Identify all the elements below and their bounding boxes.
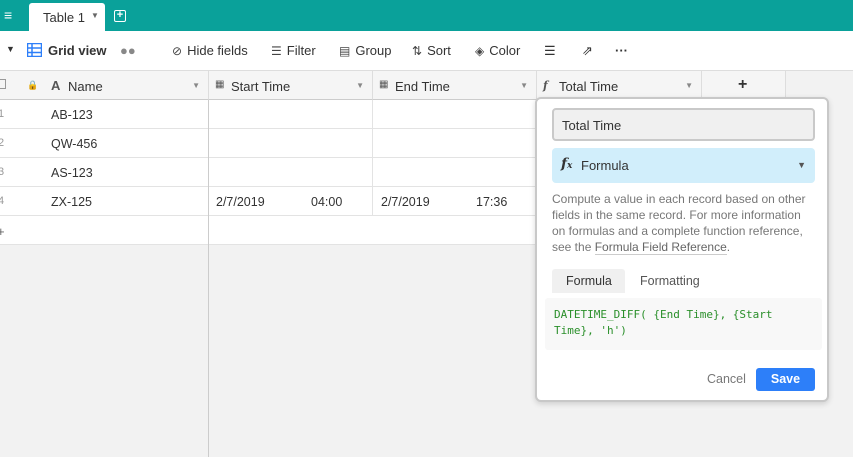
group-label: Group [355, 43, 392, 58]
formula-line: Time}, 'h') [554, 324, 627, 337]
cell-name[interactable]: QW-456 [51, 137, 97, 151]
header-total-time[interactable]: f Total Time ▼ [537, 71, 702, 100]
header-name-label: Name [68, 79, 103, 94]
hide-fields-label: Hide fields [187, 43, 248, 58]
row-height-icon[interactable]: ☰ [544, 43, 556, 59]
cancel-button[interactable]: Cancel [707, 372, 746, 386]
header-end-time-label: End Time [395, 79, 450, 94]
filter-icon: ☰ [271, 44, 282, 58]
calendar-icon: ▦ [379, 79, 389, 90]
header-end-time[interactable]: ▦ End Time ▼ [373, 71, 537, 100]
cell-end-date[interactable]: 2/7/2019 [381, 195, 430, 209]
row-number: 1 [0, 108, 5, 120]
collaborators-icon[interactable]: ●● [120, 43, 136, 58]
filter-label: Filter [286, 43, 316, 58]
row-number: 2 [0, 137, 5, 149]
more-icon[interactable]: ··· [615, 43, 628, 58]
sidebar-toggle-icon[interactable]: ▼ [6, 44, 15, 54]
paint-bucket-icon: ◈ [475, 44, 485, 58]
grid-view-switcher[interactable]: Grid view [26, 42, 107, 58]
tab-formatting[interactable]: Formatting [626, 269, 714, 293]
header-start-time[interactable]: ▦ Start Time ▼ [209, 71, 373, 100]
tab-formula[interactable]: Formula [552, 269, 625, 293]
table-row[interactable]: 2 QW-456 [0, 129, 537, 158]
tab-table-1[interactable]: Table 1 ▼ [29, 3, 105, 31]
header-start-time-label: Start Time [231, 79, 291, 94]
cell-end-time[interactable]: 17:36 [476, 195, 507, 209]
row-number: 4 [0, 195, 5, 207]
formula-icon: f [543, 79, 548, 92]
sort-icon: ⇅ [412, 44, 423, 58]
formula-line: DATETIME_DIFF( {End Time}, {Start [554, 308, 773, 321]
field-config-popup: Total Time fx Formula ▼ Compute a value … [535, 97, 829, 402]
formula-icon: fx [561, 156, 573, 172]
table-row[interactable]: 1 AB-123 [0, 100, 537, 129]
add-row-button[interactable]: + [0, 216, 537, 245]
add-table-icon[interactable]: + [114, 10, 126, 22]
group-button[interactable]: ▤ Group [339, 43, 391, 58]
select-all-checkbox[interactable] [0, 79, 6, 89]
text-field-icon: A [51, 78, 61, 93]
view-name: Grid view [48, 43, 107, 58]
cell-name[interactable]: ZX-125 [51, 195, 92, 209]
cell-start-date[interactable]: 2/7/2019 [216, 195, 265, 209]
chevron-down-icon[interactable]: ▼ [520, 81, 528, 90]
table-row[interactable]: 4 ZX-125 2/7/2019 04:00 2/7/2019 17:36 [0, 187, 537, 216]
top-bar: ≡ Table 1 ▼ + [0, 0, 853, 31]
hide-fields-button[interactable]: ⊘ Hide fields [172, 43, 248, 58]
add-field-button[interactable]: + [702, 71, 786, 100]
filter-button[interactable]: ☰ Filter [271, 43, 316, 58]
field-description: Compute a value in each record based on … [552, 191, 815, 255]
chevron-down-icon[interactable]: ▼ [356, 81, 364, 90]
chevron-down-icon: ▼ [797, 160, 806, 170]
chevron-down-icon[interactable]: ▼ [91, 11, 99, 20]
plus-icon: + [738, 76, 748, 93]
field-name-input[interactable]: Total Time [552, 108, 815, 141]
table-row[interactable]: 3 AS-123 [0, 158, 537, 187]
cell-name[interactable]: AB-123 [51, 108, 93, 122]
view-toolbar: ▼ Grid view ●● ⊘ Hide fields ☰ Filter ▤ Gro… [0, 31, 853, 71]
save-button[interactable]: Save [756, 368, 815, 391]
group-icon: ▤ [339, 44, 351, 58]
lock-icon: 🔒 [27, 80, 39, 90]
sort-button[interactable]: ⇅ Sort [412, 43, 451, 58]
calendar-icon: ▦ [215, 79, 225, 90]
description-end: . [726, 240, 731, 254]
popup-tabs: Formula Formatting [552, 269, 815, 293]
tab-label: Table 1 [43, 10, 85, 25]
chevron-down-icon[interactable]: ▼ [192, 81, 200, 90]
cell-start-time[interactable]: 04:00 [311, 195, 342, 209]
share-icon[interactable]: ⇗ [582, 43, 593, 59]
sort-label: Sort [427, 43, 451, 58]
cell-name[interactable]: AS-123 [51, 166, 93, 180]
header-name[interactable]: 🔒 A Name ▼ [0, 71, 209, 100]
menu-icon[interactable]: ≡ [4, 8, 16, 22]
color-label: Color [489, 43, 521, 58]
header-total-time-label: Total Time [559, 79, 619, 94]
color-button[interactable]: ◈ Color [475, 43, 520, 58]
formula-editor[interactable]: DATETIME_DIFF( {End Time}, {Start Time},… [545, 298, 822, 350]
field-type-select[interactable]: fx Formula ▼ [552, 148, 815, 183]
eye-off-icon: ⊘ [172, 44, 183, 58]
formula-reference-link[interactable]: Formula Field Reference [594, 240, 727, 255]
row-number: 3 [0, 166, 5, 178]
chevron-down-icon[interactable]: ▼ [685, 81, 693, 90]
plus-icon: + [0, 224, 5, 239]
field-type-label: Formula [581, 158, 629, 173]
grid-icon [26, 42, 43, 58]
